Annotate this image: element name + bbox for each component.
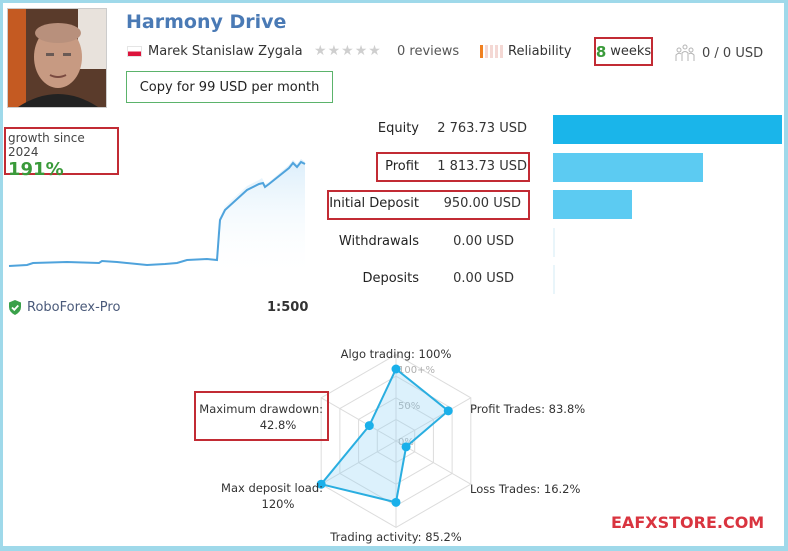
radar-data-point — [364, 421, 374, 431]
radar-axis-label: Profit Trades: 83.8% — [470, 402, 585, 416]
initial-deposit-bar — [553, 190, 632, 219]
star-icon: ★ — [314, 43, 328, 59]
radar-data-point — [401, 442, 411, 452]
deposits-label: Deposits — [362, 271, 419, 286]
subscribers-icon — [675, 44, 695, 61]
weeks-value: 8 — [595, 42, 607, 61]
drawdown-highlight-box — [194, 391, 329, 441]
weeks-label: weeks — [610, 44, 652, 59]
radar-data-point — [391, 364, 401, 374]
growth-sparkline[interactable] — [7, 148, 307, 278]
equity-label: Equity — [377, 121, 419, 136]
profit-highlight-box — [376, 152, 530, 182]
deposits-value: 0.00 USD — [453, 271, 514, 286]
rating-stars: ★★★★★ — [314, 43, 382, 59]
watermark: EAFXSTORE.COM — [611, 513, 765, 532]
leverage: 1:500 — [267, 300, 309, 315]
avatar[interactable] — [7, 8, 107, 108]
radar-axis-label: Max deposit load: — [221, 481, 323, 495]
copy-subscribe-button[interactable]: Copy for 99 USD per month — [126, 71, 333, 103]
star-icon: ★ — [368, 43, 382, 59]
shield-check-icon — [9, 300, 21, 315]
deposits-bar — [553, 265, 555, 294]
reliability: Reliability — [480, 44, 572, 59]
avatar-photo — [8, 9, 106, 107]
withdrawals-bar — [553, 228, 555, 257]
radar-data-point — [443, 406, 453, 416]
star-icon: ★ — [341, 43, 355, 59]
reliability-label: Reliability — [508, 44, 572, 59]
signal-title[interactable]: Harmony Drive — [126, 11, 286, 33]
sparkline-area — [217, 159, 305, 278]
profit-bar — [553, 153, 704, 182]
radar-axis-value: 120% — [262, 497, 295, 511]
reviews-link[interactable]: 0 reviews — [397, 44, 459, 59]
radar-data-point — [391, 497, 401, 507]
broker-name[interactable]: RoboForex-Pro — [27, 300, 120, 315]
star-icon: ★ — [327, 43, 342, 59]
initial-deposit-highlight-box — [327, 190, 530, 220]
equity-value: 2 763.73 USD — [437, 121, 527, 136]
weeks-age: 8 weeks — [594, 37, 653, 66]
poland-flag-icon — [127, 46, 142, 57]
broker[interactable]: RoboForex-Pro — [8, 300, 120, 315]
radar-axis-label: Trading activity: 85.2% — [329, 530, 462, 544]
risk-radar-chart: 100+%50%0%Algo trading: 100%Profit Trade… — [199, 347, 585, 544]
radar-axis-label: Loss Trades: 16.2% — [470, 482, 580, 496]
withdrawals-value: 0.00 USD — [453, 234, 514, 249]
star-icon: ★ — [354, 43, 369, 59]
equity-bar — [553, 115, 782, 144]
subscribers: 0 / 0 USD — [675, 44, 763, 62]
reliability-bars-icon — [480, 45, 503, 58]
author[interactable]: Marek Stanislaw Zygala — [127, 44, 303, 59]
signal-card: Harmony Drive Marek Stanislaw Zygala ★★★… — [3, 3, 784, 546]
author-name[interactable]: Marek Stanislaw Zygala — [148, 44, 303, 59]
withdrawals-label: Withdrawals — [338, 234, 419, 249]
subscribers-value: 0 / 0 USD — [702, 45, 764, 61]
radar-axis-label: Algo trading: 100% — [341, 347, 452, 361]
